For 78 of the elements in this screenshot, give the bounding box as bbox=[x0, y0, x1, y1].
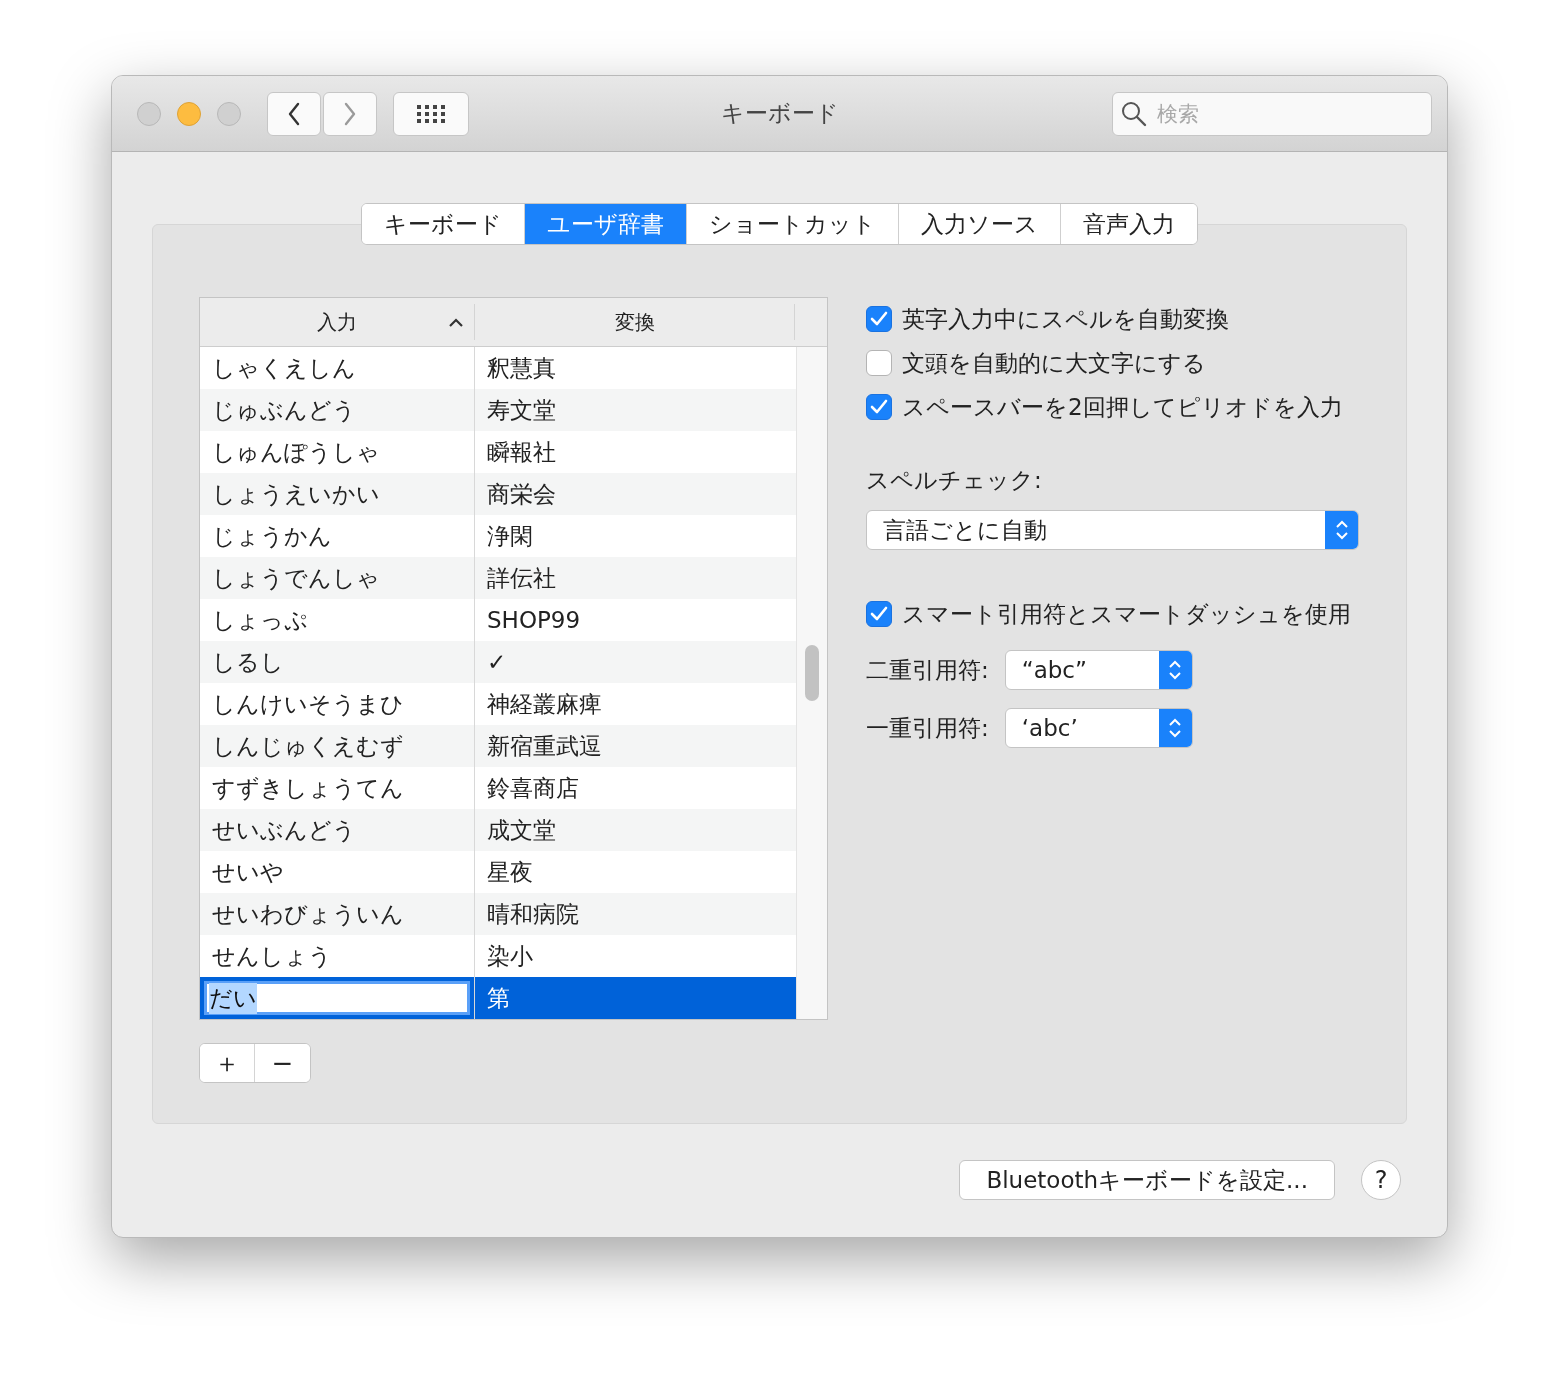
column-label: 入力 bbox=[317, 308, 357, 336]
table-cell-text: 商栄会 bbox=[487, 479, 556, 509]
table-cell-text: じゅぶんどう bbox=[212, 395, 356, 425]
grid-icon bbox=[416, 103, 446, 124]
close-button[interactable] bbox=[137, 101, 161, 126]
table-row[interactable]: しんじゅくえむず 新宿重武逗 bbox=[200, 725, 796, 767]
column-header[interactable]: 変換 bbox=[475, 304, 795, 340]
table-cell-text: しんけいそうまひ bbox=[212, 689, 404, 719]
table-row[interactable]: だい 第 bbox=[200, 977, 796, 1019]
checkbox-label: スペースバーを2回押してピリオドを入力 bbox=[902, 392, 1343, 422]
zoom-button[interactable] bbox=[217, 101, 241, 126]
show-all-button[interactable] bbox=[393, 91, 469, 136]
table-cell-text: 星夜 bbox=[487, 857, 533, 887]
table-cell-text: 釈慧真 bbox=[487, 353, 556, 383]
table-row[interactable]: せいぶんどう 成文堂 bbox=[200, 809, 796, 851]
checkbox-label: 英字入力中にスペルを自動変換 bbox=[902, 304, 1229, 334]
table-cell-text: 寿文堂 bbox=[487, 395, 556, 425]
table-cell-text: しょうでんしゃ bbox=[212, 563, 380, 593]
table-cell-text: 染小 bbox=[487, 941, 533, 971]
table-cell-text: 新宿重武逗 bbox=[487, 731, 602, 761]
table-cell-text: せいや bbox=[212, 857, 284, 887]
up-down-chevron-icon bbox=[1334, 518, 1349, 542]
help-button[interactable]: ? bbox=[1361, 1160, 1401, 1200]
table-cell-text: しんじゅくえむず bbox=[212, 731, 404, 761]
table-row[interactable]: しょうえいかい 商栄会 bbox=[200, 473, 796, 515]
table-cell-text: すずきしょうてん bbox=[212, 773, 404, 803]
checkbox[interactable] bbox=[866, 350, 892, 376]
table-cell-text: しょっぷ bbox=[212, 605, 308, 635]
table-cell-text: 神経叢麻痺 bbox=[487, 689, 602, 719]
table-cell-text: 晴和病院 bbox=[487, 899, 579, 929]
window-title: キーボード bbox=[720, 99, 839, 128]
table-row[interactable]: しるし ✓ bbox=[200, 641, 796, 683]
table-cell-text: しゃくえしん bbox=[212, 353, 356, 383]
table-cell-text: しゅんぽうしゃ bbox=[212, 437, 380, 467]
checkbox[interactable] bbox=[866, 394, 892, 420]
back-button[interactable] bbox=[267, 91, 321, 136]
table-cell-text: じょうかん bbox=[212, 521, 332, 551]
search-icon bbox=[1121, 100, 1147, 127]
chevron-right-icon bbox=[343, 101, 357, 126]
table-row[interactable]: しょうでんしゃ 詳伝社 bbox=[200, 557, 796, 599]
tab[interactable]: キーボード bbox=[362, 204, 525, 244]
table-cell: ✓ bbox=[487, 649, 507, 675]
quote-label: 二重引用符: bbox=[866, 655, 989, 685]
checkbox[interactable] bbox=[866, 306, 892, 332]
spell-check-popup[interactable]: 言語ごとに自動 bbox=[866, 510, 1359, 550]
table-row[interactable]: せいわびょういん 晴和病院 bbox=[200, 893, 796, 935]
table-cell-text: 鈴喜商店 bbox=[487, 773, 579, 803]
search-field[interactable]: 検索 bbox=[1112, 91, 1432, 136]
spell-check-label: スペルチェック: bbox=[866, 466, 1043, 495]
table-cell-text: 詳伝社 bbox=[487, 563, 556, 593]
up-down-chevron-icon bbox=[1168, 658, 1183, 682]
table-cell-text: 成文堂 bbox=[487, 815, 556, 845]
quote-label: 一重引用符: bbox=[866, 713, 989, 743]
add-button[interactable]: ＋ bbox=[200, 1044, 255, 1082]
table-cell-text: 浄閑 bbox=[487, 521, 533, 551]
table-cell-text: せんしょう bbox=[212, 941, 332, 971]
quote-style-popup[interactable]: ‘abc’ bbox=[1004, 708, 1193, 748]
table-cell-text: 第 bbox=[487, 983, 510, 1013]
column-header[interactable]: 入力 bbox=[200, 304, 475, 340]
scrollbar-thumb[interactable] bbox=[805, 645, 819, 701]
minimize-button[interactable] bbox=[177, 101, 201, 126]
checkbox-label: 文頭を自動的に大文字にする bbox=[902, 348, 1206, 378]
table-cell-text: せいわびょういん bbox=[212, 899, 404, 929]
table-cell: SHOP99 bbox=[487, 607, 581, 633]
quote-style-popup[interactable]: “abc” bbox=[1004, 650, 1193, 690]
column-label: 変換 bbox=[614, 308, 655, 336]
checkbox-label: スマート引用符とスマートダッシュを使用 bbox=[902, 599, 1351, 629]
table-cell-text: せいぶんどう bbox=[212, 815, 356, 845]
up-down-chevron-icon bbox=[1168, 716, 1183, 740]
tab[interactable]: ユーザ辞書 bbox=[525, 204, 687, 244]
table-row[interactable]: じゅぶんどう 寿文堂 bbox=[200, 389, 796, 431]
table-cell-text: しょうえいかい bbox=[212, 479, 380, 509]
edit-field[interactable]: だい bbox=[204, 981, 470, 1015]
table-cell-text: しるし bbox=[212, 647, 284, 677]
bluetooth-setup-button[interactable]: Bluetoothキーボードを設定... bbox=[959, 1160, 1335, 1200]
table-cell-text: 瞬報社 bbox=[487, 437, 556, 467]
checkbox[interactable] bbox=[866, 601, 892, 627]
chevron-left-icon bbox=[287, 101, 301, 126]
